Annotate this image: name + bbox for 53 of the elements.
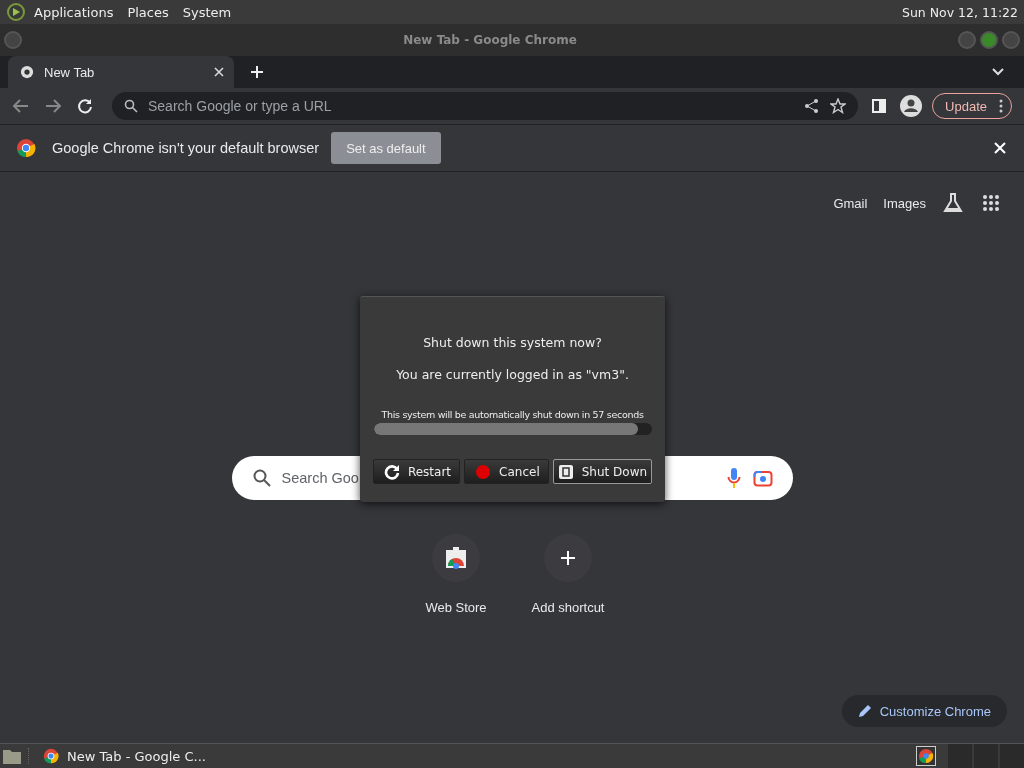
address-placeholder: Search Google or type a URL xyxy=(148,98,332,114)
camera-icon[interactable] xyxy=(752,469,773,487)
new-tab-icon[interactable] xyxy=(250,65,264,79)
web-store-icon xyxy=(444,546,468,570)
power-icon xyxy=(557,463,574,480)
search-icon xyxy=(251,468,272,488)
chrome-tray-icon[interactable] xyxy=(916,746,936,766)
panel-menu[interactable]: Applications xyxy=(34,4,114,20)
chevron-down-icon[interactable] xyxy=(992,68,1004,76)
shutdown-button[interactable]: Shut Down xyxy=(552,459,653,484)
window-title: New Tab - Google Chrome xyxy=(402,33,578,47)
customize-chrome-button[interactable]: Customize Chrome xyxy=(841,695,1007,727)
infobar-message: Google Chrome isn't your default browser xyxy=(52,140,320,156)
star-icon[interactable] xyxy=(830,98,847,114)
panel-clock[interactable]: Sun Nov 12, 11:22 xyxy=(902,4,1018,20)
plus-icon xyxy=(560,550,576,566)
flask-icon[interactable] xyxy=(942,192,964,214)
dialog-question: Shut down this system now? xyxy=(423,335,602,350)
panel-menu[interactable]: System xyxy=(182,4,232,20)
pencil-icon xyxy=(857,704,872,718)
header-link[interactable]: Gmail xyxy=(833,195,868,211)
share-icon[interactable] xyxy=(804,98,821,114)
header-link[interactable]: Images xyxy=(883,195,926,211)
search-placeholder: Search Goo xyxy=(281,470,359,486)
reload-icon[interactable] xyxy=(76,97,94,115)
address-bar[interactable]: Search Google or type a URL xyxy=(112,92,859,120)
close-icon[interactable] xyxy=(214,67,224,77)
browser-tab[interactable]: New Tab xyxy=(8,56,234,88)
panel-menu[interactable]: Places xyxy=(127,4,169,20)
workspace-switcher[interactable] xyxy=(948,744,1024,768)
restart-button[interactable]: Restart xyxy=(372,459,461,484)
update-button[interactable]: Update xyxy=(932,93,1012,119)
distro-logo-icon[interactable] xyxy=(6,2,26,22)
dialog-message: You are currently logged in as "vm3". xyxy=(396,367,629,382)
taskbar-window-button[interactable]: New Tab - Google C... xyxy=(37,744,212,768)
side-panel-icon[interactable] xyxy=(872,99,887,113)
microphone-icon[interactable] xyxy=(726,467,741,489)
shortcut-tile[interactable]: Add shortcut xyxy=(520,534,616,615)
more-icon xyxy=(999,99,1003,113)
apps-grid-icon[interactable] xyxy=(982,194,1000,212)
back-icon[interactable] xyxy=(12,97,30,115)
profile-icon[interactable] xyxy=(900,95,923,117)
maximize-button[interactable] xyxy=(980,31,998,49)
stop-icon xyxy=(475,463,492,480)
folder-icon[interactable] xyxy=(2,747,22,765)
restart-icon xyxy=(383,463,400,480)
shortcut-tile[interactable]: Web Store xyxy=(408,534,504,615)
countdown-text: This system will be automatically shut down in 57 seconds xyxy=(381,409,644,420)
search-icon xyxy=(124,99,138,113)
chrome-logo-icon xyxy=(43,748,59,764)
cancel-button[interactable]: Cancel xyxy=(464,459,549,484)
chrome-logo-icon xyxy=(16,138,36,158)
forward-icon[interactable] xyxy=(44,97,62,115)
